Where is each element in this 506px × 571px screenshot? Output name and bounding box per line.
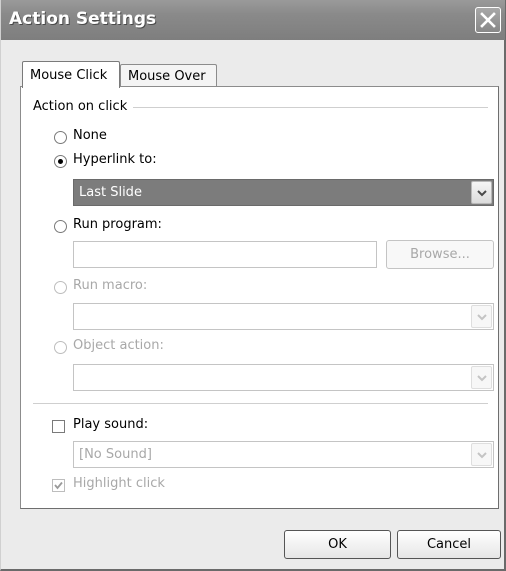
group-divider [133, 107, 488, 108]
run-macro-select[interactable] [73, 303, 494, 330]
sound-select[interactable]: [No Sound] [73, 441, 494, 468]
tab-mouse-over[interactable]: Mouse Over [120, 64, 217, 88]
run-macro-dropdown-button[interactable] [471, 305, 492, 328]
group-label: Action on click [33, 99, 132, 114]
section-divider [33, 403, 488, 404]
sound-value: [No Sound] [79, 447, 152, 462]
radio-run-program-label[interactable]: Run program: [73, 217, 162, 232]
checkmark-icon [54, 481, 63, 490]
ok-button[interactable]: OK [284, 530, 391, 559]
object-action-dropdown-button[interactable] [471, 366, 492, 389]
highlight-click-label: Highlight click [73, 476, 165, 491]
radio-run-macro[interactable] [54, 281, 67, 294]
radio-hyperlink-label[interactable]: Hyperlink to: [73, 152, 157, 167]
close-icon [480, 12, 496, 28]
title-bar[interactable]: Action Settings [1, 0, 505, 40]
tab-label: Mouse Over [128, 69, 206, 84]
radio-run-program[interactable] [54, 220, 67, 233]
radio-object-action-label: Object action: [73, 338, 164, 353]
object-action-select[interactable] [73, 364, 494, 391]
hyperlink-select[interactable]: Last Slide [73, 179, 494, 206]
chevron-down-icon [477, 452, 487, 459]
highlight-click-checkbox[interactable] [52, 479, 65, 492]
tab-label: Mouse Click [30, 68, 108, 83]
dialog-title: Action Settings [9, 9, 157, 29]
run-program-input[interactable] [73, 241, 377, 268]
radio-none[interactable] [54, 131, 67, 144]
radio-none-label[interactable]: None [73, 128, 107, 143]
radio-object-action[interactable] [54, 341, 67, 354]
chevron-down-icon [477, 314, 487, 321]
close-button[interactable] [475, 7, 501, 33]
hyperlink-dropdown-button[interactable] [471, 181, 492, 204]
chevron-down-icon [477, 375, 487, 382]
play-sound-checkbox[interactable] [52, 420, 65, 433]
browse-button[interactable]: Browse... [386, 240, 494, 269]
sound-dropdown-button[interactable] [471, 443, 492, 466]
play-sound-label[interactable]: Play sound: [73, 417, 148, 432]
tab-panel-mouse-click: Action on click None Hyperlink to: Last … [20, 86, 499, 509]
cancel-button[interactable]: Cancel [397, 530, 501, 559]
radio-hyperlink[interactable] [54, 155, 67, 168]
action-settings-dialog: Action Settings Mouse Click Mouse Over A… [0, 0, 506, 571]
tab-mouse-click[interactable]: Mouse Click [22, 61, 120, 88]
radio-run-macro-label: Run macro: [73, 278, 148, 293]
chevron-down-icon [477, 190, 487, 197]
hyperlink-value: Last Slide [79, 185, 142, 200]
radio-selected-dot [58, 159, 63, 164]
